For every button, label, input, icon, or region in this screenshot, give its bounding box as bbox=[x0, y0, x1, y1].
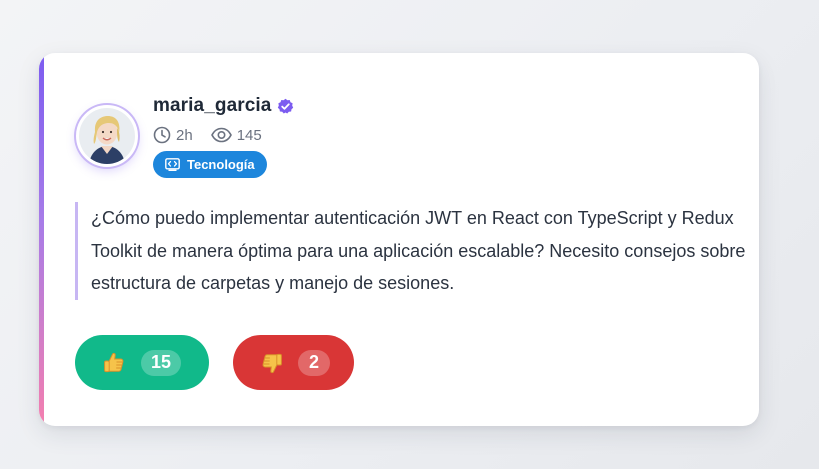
code-icon bbox=[165, 158, 180, 171]
eye-icon bbox=[210, 127, 232, 143]
thumbs-down-icon bbox=[260, 351, 284, 375]
verified-badge-icon bbox=[277, 98, 294, 115]
post-card: maria_garcia 2h 145 Tecnología ¿Cómo pue… bbox=[39, 53, 759, 426]
username[interactable]: maria_garcia bbox=[153, 95, 271, 117]
time-meta: 2h bbox=[153, 126, 193, 144]
user-photo-icon bbox=[79, 108, 135, 164]
like-count: 15 bbox=[141, 349, 182, 376]
time-ago: 2h bbox=[176, 126, 193, 144]
accent-bar bbox=[39, 53, 44, 426]
category-tag[interactable]: Tecnología bbox=[153, 151, 267, 178]
dislike-count: 2 bbox=[298, 349, 330, 376]
thumbs-up-icon bbox=[102, 351, 126, 375]
dislike-button[interactable]: 2 bbox=[233, 335, 354, 390]
avatar[interactable] bbox=[76, 105, 138, 167]
like-button[interactable]: 15 bbox=[75, 335, 209, 390]
author-row: maria_garcia bbox=[153, 93, 294, 119]
category-label: Tecnología bbox=[187, 157, 255, 172]
view-count: 145 bbox=[236, 126, 262, 144]
clock-icon bbox=[153, 126, 171, 144]
question-text: ¿Cómo puedo implementar autenticación JW… bbox=[75, 202, 746, 300]
views-meta: 145 bbox=[210, 126, 262, 144]
post-meta: 2h 145 bbox=[153, 125, 280, 145]
